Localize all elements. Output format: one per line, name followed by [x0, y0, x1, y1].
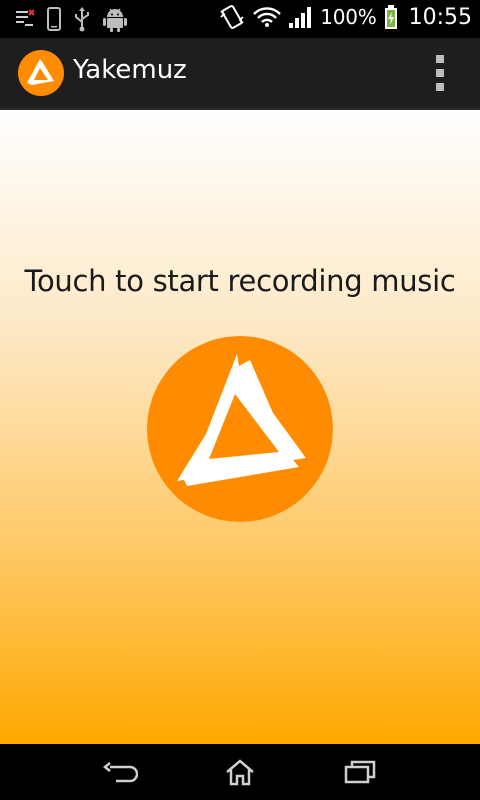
android-debug-icon: [103, 8, 127, 32]
menu-dot: [436, 83, 444, 91]
usb-icon: [75, 7, 89, 32]
clock: 10:55: [408, 4, 472, 30]
menu-dot: [436, 69, 444, 77]
recent-apps-icon[interactable]: [342, 758, 378, 786]
action-bar: Yakemuz: [0, 38, 480, 110]
record-button[interactable]: [147, 336, 333, 522]
navigation-bar: [0, 744, 480, 800]
overflow-menu-icon[interactable]: [428, 55, 452, 91]
wifi-icon: [253, 7, 282, 27]
signal-icon: [289, 7, 312, 28]
battery-charging-icon: [384, 5, 397, 29]
record-prompt: Touch to start recording music: [24, 264, 456, 298]
main-content: Touch to start recording music: [0, 110, 480, 744]
home-icon[interactable]: [222, 758, 258, 786]
menu-dot: [436, 55, 444, 63]
vibrate-icon: [220, 5, 244, 29]
back-icon[interactable]: [102, 758, 138, 786]
status-notifications: [14, 6, 128, 32]
app-title: Yakemuz: [73, 55, 187, 85]
notification-list-icon: [16, 9, 35, 26]
status-bar: 100% 10:55: [0, 0, 480, 38]
status-system: 100% 10:55: [218, 4, 472, 30]
phone-icon: [47, 7, 61, 31]
yakemuz-logo-icon[interactable]: [18, 50, 64, 96]
battery-percentage: 100%: [320, 5, 377, 29]
